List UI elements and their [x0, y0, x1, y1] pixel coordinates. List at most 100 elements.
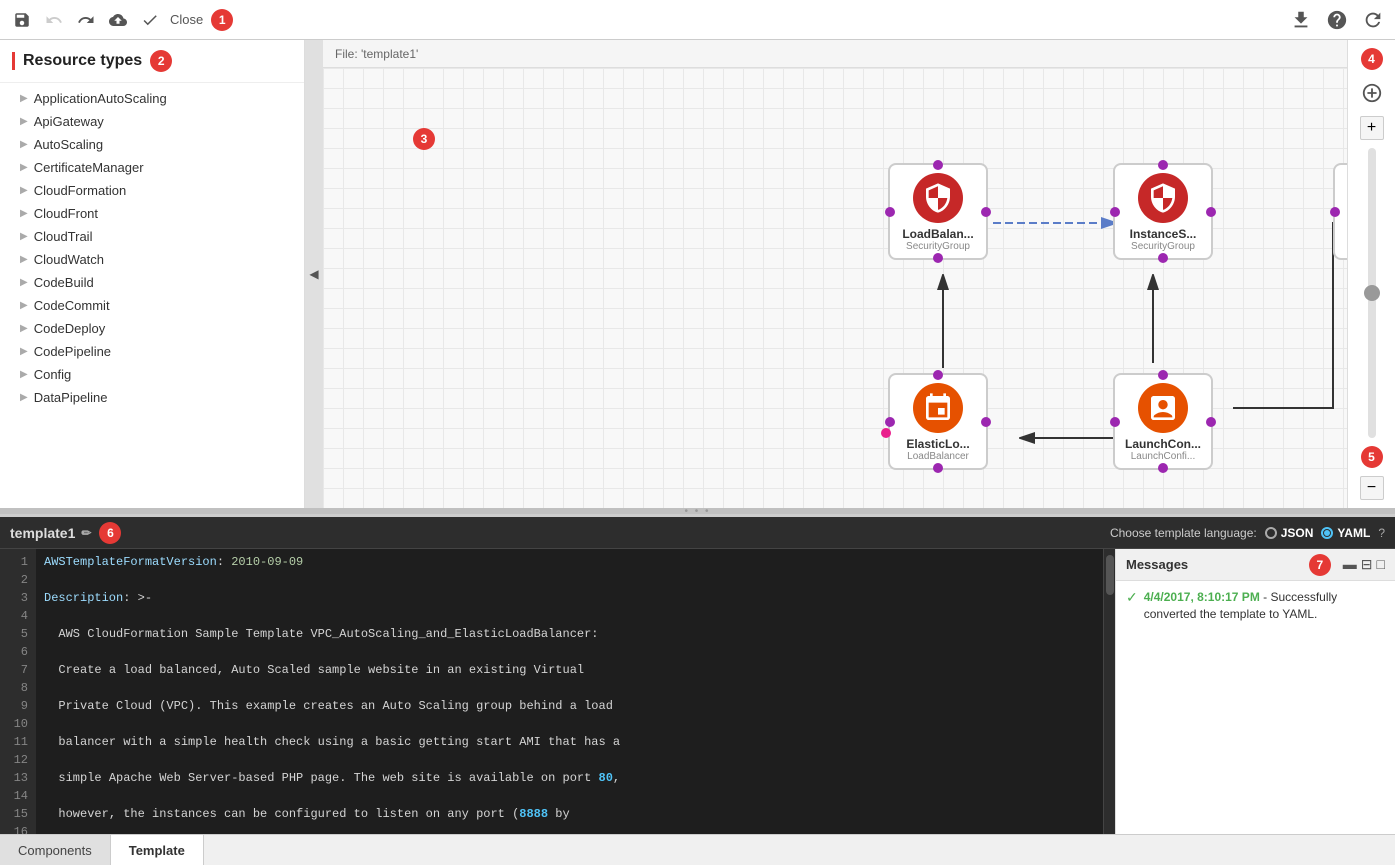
zoom-out-button[interactable]: − [1360, 476, 1384, 500]
sidebar-item-config[interactable]: ▶ Config [0, 363, 304, 386]
bottom-toolbar: template1 ✏ 6 Choose template language: … [0, 517, 1395, 549]
sidebar-item-codepipeline[interactable]: ▶ CodePipeline [0, 340, 304, 363]
check-icon[interactable] [138, 8, 162, 32]
node-elasticlo[interactable]: ElasticLo... LoadBalancer [888, 373, 988, 470]
bottom-section: template1 ✏ 6 Choose template language: … [0, 514, 1395, 834]
dot-bottom [933, 253, 943, 263]
main-area: Resource types 2 ▶ ApplicationAutoScalin… [0, 40, 1395, 508]
sidebar-item-autoscaling[interactable]: ▶ AutoScaling [0, 133, 304, 156]
sidebar-item-cloudfront[interactable]: ▶ CloudFront [0, 202, 304, 225]
resource-type-list: ▶ ApplicationAutoScaling ▶ ApiGateway ▶ … [0, 83, 304, 413]
yaml-radio-dot[interactable] [1321, 527, 1333, 539]
expand-icon: ▶ [20, 392, 28, 403]
node-loadbalancer-sg[interactable]: LoadBalan... SecurityGroup [888, 163, 988, 260]
crosshair-icon[interactable] [1357, 78, 1387, 108]
close-button[interactable]: Close [170, 12, 203, 27]
tab-components[interactable]: Components [0, 835, 111, 865]
sidebar-content: ▶ ApplicationAutoScaling ▶ ApiGateway ▶ … [0, 83, 304, 508]
redo-icon[interactable] [74, 8, 98, 32]
code-panel: 1234567891011121314151617 AWSTemplateFor… [0, 549, 1103, 834]
tab-template[interactable]: Template [111, 835, 204, 865]
message-text: 4/4/2017, 8:10:17 PM - Successfully conv… [1144, 589, 1385, 623]
sidebar-item-cloudformation[interactable]: ▶ CloudFormation [0, 179, 304, 202]
expand-icon: ▶ [20, 300, 28, 311]
messages-badge: 7 [1309, 554, 1331, 576]
sidebar-item-codecommit[interactable]: ▶ CodeCommit [0, 294, 304, 317]
expand-icon: ▶ [20, 323, 28, 334]
edit-icon[interactable]: ✏ [81, 526, 91, 540]
sidebar-item-certificatemanager[interactable]: ▶ CertificateManager [0, 156, 304, 179]
json-radio[interactable]: JSON [1265, 526, 1314, 540]
dot-right [1206, 417, 1216, 427]
dot-bottom [1158, 253, 1168, 263]
panel-split-button[interactable]: ⊟ [1361, 556, 1373, 573]
panel-controls: ▬ ⊟ □ [1343, 556, 1385, 573]
sidebar-item-datapipeline[interactable]: ▶ DataPipeline [0, 386, 304, 409]
node-subtitle-loadbalancer-sg: SecurityGroup [906, 241, 970, 252]
canvas-header: File: 'template1' [323, 40, 1347, 68]
sidebar-title: Resource types [12, 52, 142, 70]
expand-icon: ▶ [20, 93, 28, 104]
dot-left [885, 417, 895, 427]
toolbar: Close 1 [0, 0, 1395, 40]
zoom-slider[interactable] [1368, 148, 1376, 438]
sidebar-item-codebuild[interactable]: ▶ CodeBuild [0, 271, 304, 294]
expand-icon: ▶ [20, 185, 28, 196]
code-scrollbar[interactable] [1103, 549, 1115, 834]
sidebar-item-applicationautoscaling[interactable]: ▶ ApplicationAutoScaling [0, 87, 304, 110]
help-icon-lang[interactable]: ? [1378, 526, 1385, 540]
dot-left [1330, 207, 1340, 217]
expand-icon: ▶ [20, 162, 28, 173]
upload-icon[interactable] [106, 8, 130, 32]
sidebar-item-codedeploy[interactable]: ▶ CodeDeploy [0, 317, 304, 340]
refresh-icon[interactable] [1361, 8, 1385, 32]
node-launchcon[interactable]: LaunchCon... LaunchConfi... [1113, 373, 1213, 470]
expand-icon: ▶ [20, 369, 28, 380]
code-editor[interactable]: 1234567891011121314151617 AWSTemplateFor… [0, 549, 1103, 834]
canvas-body[interactable]: 3 [323, 68, 1347, 508]
zoom-in-button[interactable]: + [1360, 116, 1384, 140]
dot-top [933, 370, 943, 380]
check-icon: ✓ [1126, 589, 1138, 623]
language-selector: Choose template language: JSON YAML ? [1110, 526, 1385, 540]
zoom-thumb [1364, 285, 1380, 301]
panel-maximize-button[interactable]: □ [1377, 556, 1385, 573]
sidebar-collapse-button[interactable]: ◀ [305, 40, 323, 508]
badge-4: 4 [1361, 48, 1383, 70]
yaml-radio[interactable]: YAML [1321, 526, 1370, 540]
sidebar-item-cloudwatch[interactable]: ▶ CloudWatch [0, 248, 304, 271]
dot-left [1110, 417, 1120, 427]
node-webserver[interactable]: WebServer... AutoScaling... [1333, 163, 1347, 260]
undo-icon[interactable] [42, 8, 66, 32]
expand-icon: ▶ [20, 139, 28, 150]
help-icon[interactable] [1325, 8, 1349, 32]
node-title-elasticlo: ElasticLo... [906, 437, 969, 451]
dot-right [1206, 207, 1216, 217]
node-subtitle-elasticlo: LoadBalancer [907, 451, 969, 462]
panel-minimize-button[interactable]: ▬ [1343, 556, 1357, 573]
bottom-tabs: Components Template [0, 834, 1395, 864]
node-icon-elasticlo [913, 383, 963, 433]
expand-icon: ▶ [20, 346, 28, 357]
toolbar-right [1289, 8, 1385, 32]
expand-icon: ▶ [20, 254, 28, 265]
code-content[interactable]: AWSTemplateFormatVersion: 2010-09-09 Des… [36, 549, 1103, 834]
save-icon[interactable] [10, 8, 34, 32]
line-numbers: 1234567891011121314151617 [0, 549, 36, 834]
node-title-loadbalancer-sg: LoadBalan... [902, 227, 973, 241]
node-icon-launchcon [1138, 383, 1188, 433]
sidebar-item-cloudtrail[interactable]: ▶ CloudTrail [0, 225, 304, 248]
node-subtitle-launchcon: LaunchConfi... [1131, 451, 1196, 462]
canvas-wrapper: File: 'template1' 3 [323, 40, 1347, 508]
sidebar-item-apigateway[interactable]: ▶ ApiGateway [0, 110, 304, 133]
sidebar: Resource types 2 ▶ ApplicationAutoScalin… [0, 40, 305, 508]
node-instances-sg[interactable]: InstanceS... SecurityGroup [1113, 163, 1213, 260]
dot-right [981, 417, 991, 427]
dot-left [1110, 207, 1120, 217]
message-item: ✓ 4/4/2017, 8:10:17 PM - Successfully co… [1126, 589, 1385, 623]
download-icon[interactable] [1289, 8, 1313, 32]
json-radio-dot[interactable] [1265, 527, 1277, 539]
badge-6: 6 [99, 522, 121, 544]
badge-1: 1 [211, 9, 233, 31]
expand-icon: ▶ [20, 116, 28, 127]
